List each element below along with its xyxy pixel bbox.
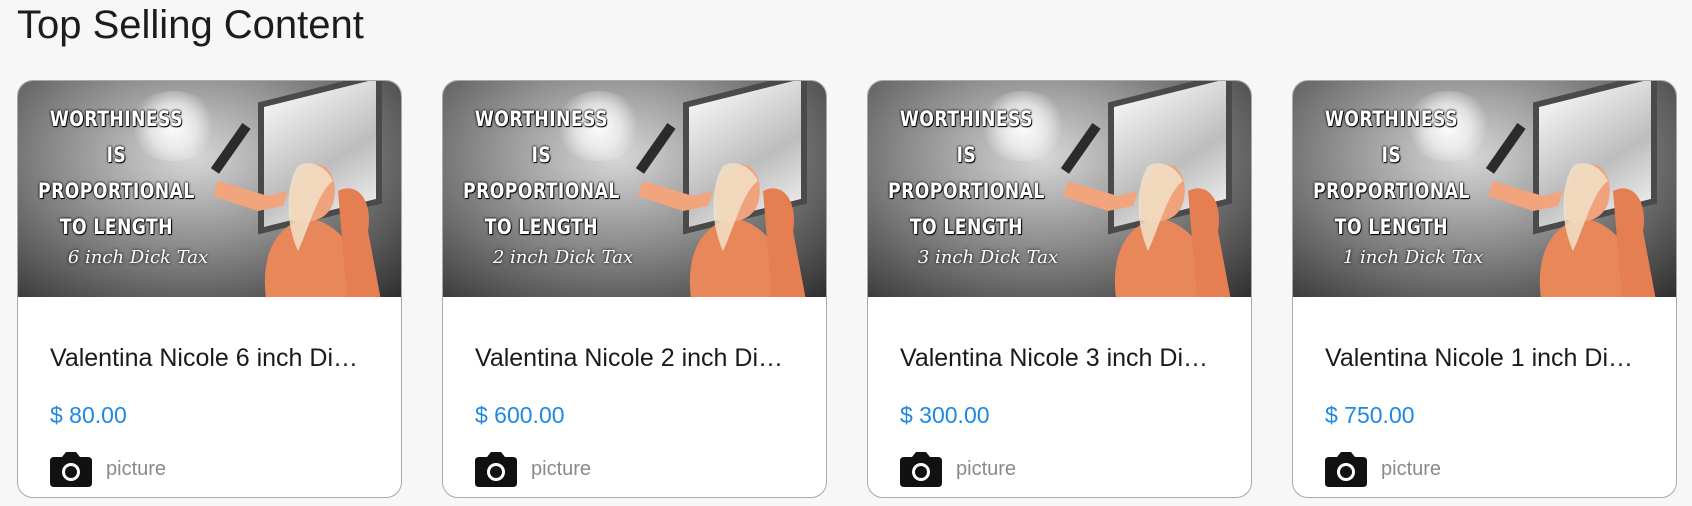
card-price: $ 80.00 [50,402,127,428]
thumbnail-figure [1485,123,1656,297]
thumbnail-caption: WORTHINESS IS PROPORTIONAL TO LENGTH [443,101,640,245]
caption-line: PROPORTIONAL [1313,179,1470,203]
content-thumbnail[interactable]: WORTHINESS IS PROPORTIONAL TO LENGTH 6 i… [18,81,401,297]
thumbnail-figure [1060,123,1231,297]
caption-line: IS [1381,143,1402,167]
content-thumbnail[interactable]: WORTHINESS IS PROPORTIONAL TO LENGTH 1 i… [1293,81,1676,297]
top-selling-grid: WORTHINESS IS PROPORTIONAL TO LENGTH 6 i… [17,80,1677,498]
content-card[interactable]: WORTHINESS IS PROPORTIONAL TO LENGTH 3 i… [867,80,1252,498]
content-card[interactable]: WORTHINESS IS PROPORTIONAL TO LENGTH 1 i… [1292,80,1677,498]
thumbnail-subcaption: 3 inch Dick Tax [917,247,1059,268]
caption-line: IS [956,143,977,167]
caption-line: WORTHINESS [49,107,183,131]
caption-line: PROPORTIONAL [463,179,620,203]
caption-line: IS [531,143,552,167]
content-type: picture [900,451,1219,487]
camera-icon [900,452,942,487]
camera-icon [50,452,92,487]
caption-line: WORTHINESS [1324,107,1458,131]
card-title[interactable]: Valentina Nicole 3 inch Di… [900,343,1219,373]
card-title[interactable]: Valentina Nicole 1 inch Di… [1325,343,1644,373]
thumbnail-caption: WORTHINESS IS PROPORTIONAL TO LENGTH [1293,101,1490,245]
card-price: $ 300.00 [900,402,990,428]
section-title: Top Selling Content [17,3,364,47]
content-thumbnail[interactable]: WORTHINESS IS PROPORTIONAL TO LENGTH 3 i… [868,81,1251,297]
content-type: picture [475,451,794,487]
card-body: Valentina Nicole 3 inch Di… $ 300.00 pic… [868,343,1251,487]
thumbnail-subcaption: 6 inch Dick Tax [67,247,209,268]
thumbnail-figure [210,123,381,297]
caption-line: TO LENGTH [1334,215,1449,239]
caption-line: IS [106,143,127,167]
content-type: picture [1325,451,1644,487]
thumbnail-subcaption: 1 inch Dick Tax [1342,247,1484,268]
card-price: $ 600.00 [475,402,565,428]
content-type: picture [50,451,369,487]
thumbnail-figure [635,123,806,297]
content-type-label: picture [1381,457,1442,480]
thumbnail-caption: WORTHINESS IS PROPORTIONAL TO LENGTH [18,101,215,245]
caption-line: PROPORTIONAL [38,179,195,203]
caption-line: TO LENGTH [59,215,174,239]
caption-line: WORTHINESS [474,107,608,131]
card-body: Valentina Nicole 1 inch Di… $ 750.00 pic… [1293,343,1676,487]
content-thumbnail[interactable]: WORTHINESS IS PROPORTIONAL TO LENGTH 2 i… [443,81,826,297]
card-title[interactable]: Valentina Nicole 6 inch Di… [50,343,369,373]
content-type-label: picture [531,457,592,480]
caption-line: TO LENGTH [484,215,599,239]
thumbnail-subcaption: 2 inch Dick Tax [492,247,634,268]
content-card[interactable]: WORTHINESS IS PROPORTIONAL TO LENGTH 6 i… [17,80,402,498]
card-body: Valentina Nicole 2 inch Di… $ 600.00 pic… [443,343,826,487]
caption-line: TO LENGTH [909,215,1024,239]
caption-line: PROPORTIONAL [888,179,1045,203]
camera-icon [1325,452,1367,487]
card-title[interactable]: Valentina Nicole 2 inch Di… [475,343,794,373]
card-body: Valentina Nicole 6 inch Di… $ 80.00 pict… [18,343,401,487]
content-type-label: picture [106,457,167,480]
caption-line: WORTHINESS [899,107,1033,131]
card-price: $ 750.00 [1325,402,1415,428]
content-type-label: picture [956,457,1017,480]
thumbnail-caption: WORTHINESS IS PROPORTIONAL TO LENGTH [868,101,1065,245]
content-card[interactable]: WORTHINESS IS PROPORTIONAL TO LENGTH 2 i… [442,80,827,498]
camera-icon [475,452,517,487]
